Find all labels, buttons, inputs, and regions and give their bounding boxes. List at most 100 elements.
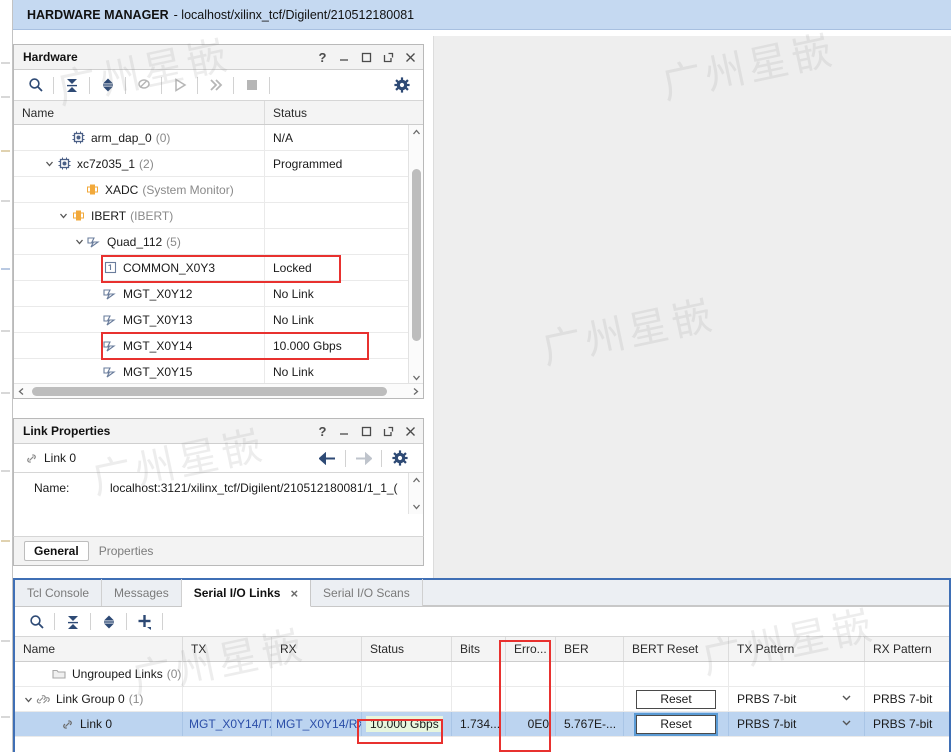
column-header-name[interactable]: Name (14, 101, 265, 124)
chip-icon (56, 157, 72, 171)
scroll-right-arrow[interactable] (408, 384, 423, 399)
cell-errors (506, 687, 556, 711)
settings-gear-icon[interactable] (384, 446, 415, 471)
cell-tx-pattern[interactable]: PRBS 7-bit (729, 687, 865, 711)
help-icon[interactable]: ? (316, 424, 329, 439)
scroll-down-arrow[interactable] (409, 499, 424, 514)
name-field-label: Name: (34, 481, 70, 495)
column-header-status[interactable]: Status (362, 637, 452, 661)
table-row[interactable]: Link 0 MGT_X0Y14/TX MGT_X0Y14/RX 10.000 … (15, 712, 949, 737)
table-row[interactable]: MGT_X0Y15 No Link (14, 359, 423, 385)
minimize-icon[interactable] (338, 51, 351, 64)
app-title: HARDWARE MANAGER (27, 7, 169, 22)
column-header-ber[interactable]: BER (556, 637, 624, 661)
cell-tx[interactable]: MGT_X0Y14/TX (183, 712, 272, 736)
tab-properties[interactable]: Properties (89, 542, 164, 560)
cell-bits (452, 687, 506, 711)
column-header-bert-reset[interactable]: BERT Reset (624, 637, 729, 661)
tree-twisty[interactable] (42, 159, 56, 168)
serial-io-links-panel: Tcl Console Messages Serial I/O Links × … (13, 578, 951, 752)
chevron-down-icon[interactable] (841, 717, 852, 731)
column-header-tx-pattern[interactable]: TX Pattern (729, 637, 865, 661)
float-icon[interactable] (382, 51, 395, 64)
scroll-thumb[interactable] (32, 386, 387, 396)
tab-label: Tcl Console (27, 585, 90, 600)
scroll-up-arrow[interactable] (409, 125, 423, 140)
table-row[interactable]: MGT_X0Y12 No Link (14, 281, 423, 307)
close-icon[interactable]: × (290, 586, 298, 601)
tree-node-label: Link 0 (80, 717, 113, 731)
target-path: - localhost/xilinx_tcf/Digilent/21051218… (173, 7, 415, 22)
help-icon[interactable]: ? (316, 50, 329, 65)
search-icon[interactable] (20, 73, 51, 98)
scroll-up-arrow[interactable] (409, 473, 424, 488)
forward-arrow-icon (348, 446, 379, 471)
cell-tx-pattern[interactable]: PRBS 7-bit (729, 712, 865, 736)
tree-twisty[interactable] (21, 695, 35, 704)
linkgroup-icon (35, 692, 51, 706)
minimize-icon[interactable] (338, 425, 351, 438)
column-header-bits[interactable]: Bits (452, 637, 506, 661)
status-value: 10.000 Gbps (366, 716, 443, 732)
quad-icon (86, 235, 102, 249)
settings-gear-icon[interactable] (386, 73, 417, 98)
maximize-icon[interactable] (360, 51, 373, 64)
column-header-tx[interactable]: TX (183, 637, 272, 661)
tree-twisty[interactable] (56, 211, 70, 220)
hardware-vertical-scrollbar[interactable] (408, 125, 423, 385)
expand-collapse-icon[interactable] (93, 609, 124, 634)
name-field-value[interactable]: localhost:3121/xilinx_tcf/Digilent/21051… (110, 481, 400, 495)
tab-general[interactable]: General (24, 541, 89, 561)
cell-errors (506, 662, 556, 686)
table-row[interactable]: XADC (System Monitor) (14, 177, 423, 203)
column-header-rx[interactable]: RX (272, 637, 362, 661)
tab-tcl-console[interactable]: Tcl Console (15, 579, 103, 606)
table-row[interactable]: Ungrouped Links (0) (15, 662, 949, 687)
close-icon[interactable] (404, 51, 417, 64)
scroll-left-arrow[interactable] (14, 384, 29, 399)
cell-status (265, 229, 408, 254)
properties-vertical-scrollbar[interactable] (408, 473, 423, 514)
cell-bert-reset (624, 662, 729, 686)
core-icon (70, 209, 86, 223)
hardware-horizontal-scrollbar[interactable] (14, 383, 423, 398)
close-icon[interactable] (404, 425, 417, 438)
collapse-all-icon[interactable] (56, 73, 87, 98)
column-header-name[interactable]: Name (15, 637, 183, 661)
cell-rx[interactable]: MGT_X0Y14/RX (272, 712, 362, 736)
column-header-errors[interactable]: Erro... (506, 637, 556, 661)
table-row[interactable]: COMMON_X0Y3 Locked (14, 255, 423, 281)
column-header-rx-pattern[interactable]: RX Pattern (865, 637, 949, 661)
table-row[interactable]: MGT_X0Y14 10.000 Gbps (14, 333, 423, 359)
tx-pattern-value: PRBS 7-bit (737, 692, 797, 706)
bert-reset-button[interactable]: Reset (634, 712, 718, 736)
table-row[interactable]: IBERT (IBERT) (14, 203, 423, 229)
add-link-icon[interactable] (129, 609, 160, 634)
common-icon (102, 261, 118, 275)
chevron-down-icon[interactable] (841, 692, 852, 706)
table-row[interactable]: Link Group 0 (1) Reset PRBS 7-bit PRBS 7… (15, 687, 949, 712)
expand-collapse-icon[interactable] (92, 73, 123, 98)
float-icon[interactable] (382, 425, 395, 438)
table-row[interactable]: arm_dap_0 (0) N/A (14, 125, 423, 151)
search-icon[interactable] (21, 609, 52, 634)
tab-serial-io-scans[interactable]: Serial I/O Scans (311, 579, 423, 606)
tab-label: Serial I/O Scans (323, 585, 410, 600)
table-row[interactable]: MGT_X0Y13 No Link (14, 307, 423, 333)
cell-ber (556, 687, 624, 711)
tree-twisty[interactable] (72, 237, 86, 246)
tab-messages[interactable]: Messages (102, 579, 182, 606)
scroll-thumb[interactable] (412, 169, 421, 341)
table-row[interactable]: Quad_112 (5) (14, 229, 423, 255)
cell-status: No Link (273, 286, 314, 301)
mgt-icon (102, 287, 118, 301)
cell-rx (272, 662, 362, 686)
tree-node-count: (0) (166, 667, 182, 681)
maximize-icon[interactable] (360, 425, 373, 438)
tab-serial-io-links[interactable]: Serial I/O Links × (181, 580, 312, 607)
bert-reset-button[interactable]: Reset (636, 689, 716, 709)
collapse-all-icon[interactable] (57, 609, 88, 634)
table-row[interactable]: xc7z035_1 (2) Programmed (14, 151, 423, 177)
column-header-status[interactable]: Status (265, 101, 408, 124)
back-arrow-icon[interactable] (312, 446, 343, 471)
